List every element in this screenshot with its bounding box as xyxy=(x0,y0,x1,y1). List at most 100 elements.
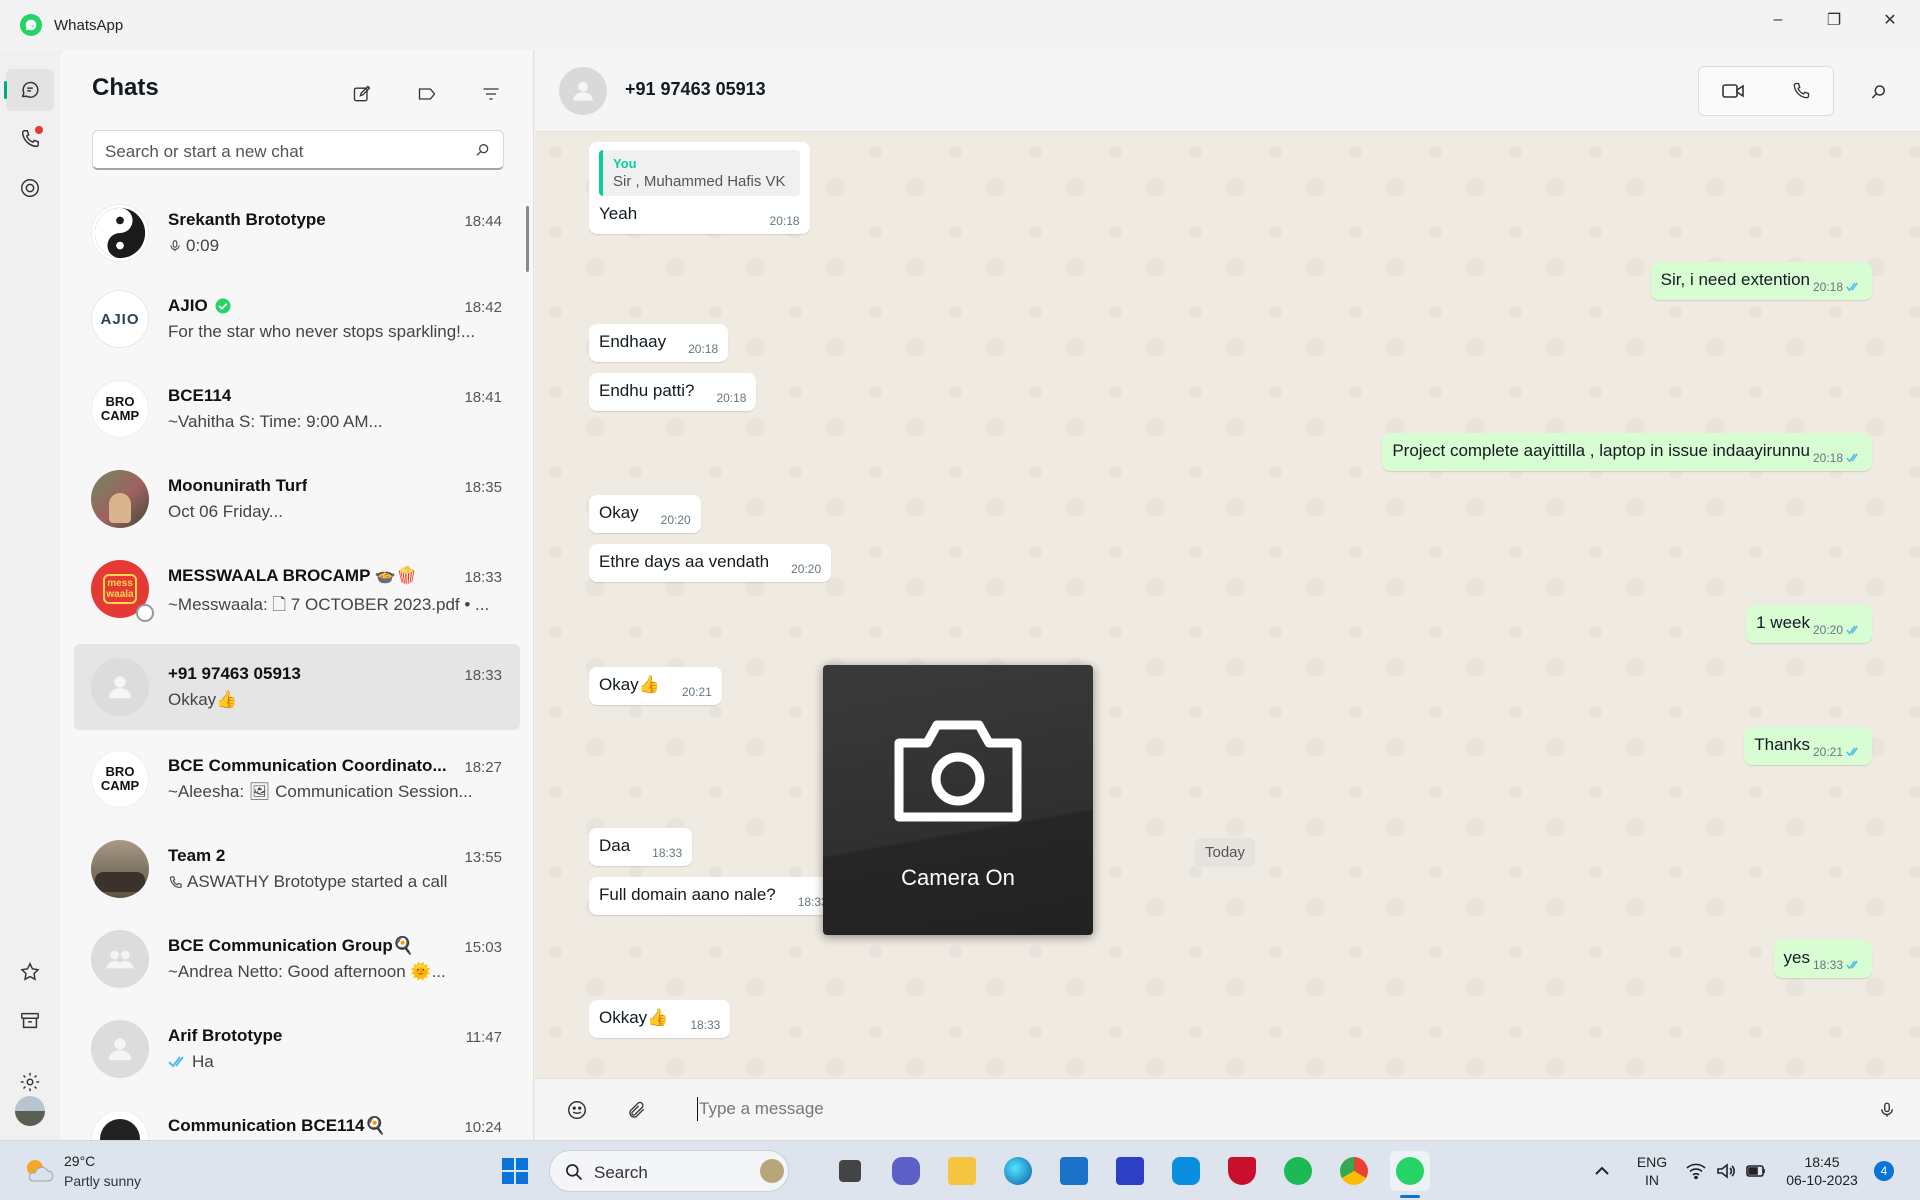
restore-button[interactable]: ❐ xyxy=(1806,0,1862,40)
conversation-search-button[interactable] xyxy=(1861,74,1897,110)
emoji-button[interactable] xyxy=(562,1095,592,1125)
chat-search-input[interactable]: Search or start a new chat xyxy=(92,130,504,170)
message-incoming[interactable]: Ethre days aa vendath 20:20 xyxy=(589,544,832,582)
chat-row-ajio[interactable]: AJIO AJIO 18:42 For the star who never s… xyxy=(74,276,520,362)
message-incoming[interactable]: You Sir , Muhammed Hafis VK Yeah 20:18 xyxy=(589,142,810,234)
chat-row-moonunirath[interactable]: Moonunirath Turf 18:35 Oct 06 Friday... xyxy=(74,456,520,542)
verified-badge-icon xyxy=(215,298,231,314)
app-button-blue[interactable] xyxy=(1110,1151,1150,1191)
minimize-button[interactable]: – xyxy=(1750,0,1806,40)
message-incoming[interactable]: Endhu patti? 20:18 xyxy=(589,373,757,411)
message-incoming[interactable]: Okay👍 20:21 xyxy=(589,667,722,705)
start-button[interactable] xyxy=(495,1151,535,1191)
message-incoming[interactable]: Daa 18:33 xyxy=(589,828,693,866)
chat-preview-text: ~Aleesha: 🖼 Communication Session... xyxy=(168,782,473,801)
file-explorer-button[interactable] xyxy=(942,1151,982,1191)
windows-taskbar: 29°C Partly sunny Search ENG IN 18:45 06… xyxy=(0,1140,1920,1200)
task-view-button[interactable] xyxy=(830,1151,870,1191)
calls-nav-button[interactable] xyxy=(6,118,54,160)
chat-row-srekanth[interactable]: Srekanth Brototype 18:44 0:09 xyxy=(74,190,520,276)
app-button-cyan[interactable] xyxy=(1166,1151,1206,1191)
message-outgoing[interactable]: yes 18:33 xyxy=(1773,940,1872,978)
chat-preview: ~Messwaala: 🗋 7 OCTOBER 2023.pdf • ... xyxy=(168,592,489,621)
chat-name: AJIO xyxy=(168,296,232,316)
avatar: AJIO xyxy=(91,290,149,348)
language-code: ENG xyxy=(1636,1154,1668,1170)
taskbar-search[interactable]: Search xyxy=(549,1150,789,1192)
message-incoming[interactable]: Okay 20:20 xyxy=(589,495,701,533)
whatsapp-taskbar-button[interactable] xyxy=(1390,1151,1430,1191)
chat-time: 15:03 xyxy=(464,939,502,956)
message-time: 20:20 xyxy=(661,513,691,527)
attach-button[interactable] xyxy=(622,1095,652,1125)
video-call-button[interactable] xyxy=(1699,67,1767,115)
message-outgoing[interactable]: Thanks 20:21 xyxy=(1744,727,1872,765)
status-ring-icon xyxy=(21,179,39,197)
message-input[interactable]: Type a message xyxy=(685,1087,1835,1133)
message-outgoing[interactable]: Sir, i need extention 20:18 xyxy=(1650,262,1872,300)
chat-row-bce-coordinator[interactable]: BRO CAMP BCE Communication Coordinato...… xyxy=(74,736,520,822)
volume-icon xyxy=(1717,1163,1735,1179)
filter-button[interactable] xyxy=(475,78,507,110)
message-incoming[interactable]: Full domain aano nale? 18:33 xyxy=(589,877,838,915)
message-time: 20:18 xyxy=(716,391,746,405)
chat-time: 18:35 xyxy=(464,479,502,496)
message-time: 20:18 xyxy=(1813,280,1862,294)
profile-nav-button[interactable] xyxy=(6,1090,54,1132)
message-text: Endhaay xyxy=(599,332,667,351)
message-time: 20:18 xyxy=(688,342,718,356)
chat-time: 18:33 xyxy=(464,569,502,586)
partly-sunny-icon xyxy=(27,1160,54,1182)
quick-settings[interactable] xyxy=(1686,1157,1768,1185)
labels-button[interactable] xyxy=(411,78,443,110)
message-placeholder: Type a message xyxy=(699,1099,824,1118)
language-indicator[interactable]: ENG IN xyxy=(1633,1153,1671,1189)
close-button[interactable]: ✕ xyxy=(1862,0,1918,40)
voice-call-button[interactable] xyxy=(1767,67,1835,115)
voice-message-button[interactable] xyxy=(1872,1095,1902,1125)
message-time-text: 18:33 xyxy=(1812,958,1843,972)
chat-row-arif[interactable]: Arif Brototype 11:47 Ha xyxy=(74,1006,520,1092)
chat-row-team2[interactable]: Team 2 13:55 ASWATHY Brototype started a… xyxy=(74,826,520,912)
double-check-icon xyxy=(1846,625,1858,635)
search-placeholder: Search or start a new chat xyxy=(105,142,304,161)
quoted-message[interactable]: You Sir , Muhammed Hafis VK xyxy=(599,150,800,196)
chat-time: 18:27 xyxy=(464,759,502,776)
starred-nav-button[interactable] xyxy=(6,951,54,993)
message-area[interactable]: You Sir , Muhammed Hafis VK Yeah 20:18 S… xyxy=(535,132,1920,1078)
notification-badge[interactable]: 4 xyxy=(1874,1161,1894,1181)
chat-row-messwaala[interactable]: mess waala MESSWAALA BROCAMP 🍲🍿 18:33 ~M… xyxy=(74,546,520,632)
contact-avatar[interactable] xyxy=(559,67,607,115)
chat-row-bce114[interactable]: BRO CAMP BCE114 18:41 ~Vahitha S: Time: … xyxy=(74,366,520,452)
message-incoming[interactable]: Endhaay 20:18 xyxy=(589,324,729,362)
chat-row-bce-group[interactable]: BCE Communication Group🍳 15:03 ~Andrea N… xyxy=(74,916,520,1002)
status-nav-button[interactable] xyxy=(6,167,54,209)
show-hidden-icons-button[interactable] xyxy=(1582,1151,1622,1191)
chrome-button[interactable] xyxy=(1334,1151,1374,1191)
default-person-icon xyxy=(573,81,593,101)
clock[interactable]: 18:45 06-10-2023 xyxy=(1782,1153,1862,1189)
message-time-text: 18:33 xyxy=(690,1018,721,1032)
whatsapp-logo-icon xyxy=(20,14,42,36)
archived-nav-button[interactable] xyxy=(6,1000,54,1042)
edge-button[interactable] xyxy=(998,1151,1038,1191)
message-outgoing[interactable]: Project complete aayittilla , laptop in … xyxy=(1382,433,1872,471)
chat-list-scrollbar[interactable] xyxy=(526,206,529,272)
chat-time: 18:33 xyxy=(464,667,502,684)
chats-nav-button[interactable] xyxy=(4,69,54,111)
spotify-button[interactable] xyxy=(1278,1151,1318,1191)
windows-logo-icon xyxy=(502,1158,528,1184)
chats-heading: Chats xyxy=(92,74,159,101)
chat-preview: 0:09 xyxy=(168,236,219,256)
weather-widget[interactable]: 29°C Partly sunny xyxy=(20,1151,160,1193)
store-button[interactable] xyxy=(1054,1151,1094,1191)
chat-row-selected-contact[interactable]: +91 97463 05913 18:33 Okkay👍 xyxy=(74,644,520,730)
mcafee-button[interactable] xyxy=(1222,1151,1262,1191)
message-outgoing[interactable]: 1 week 20:20 xyxy=(1746,605,1872,643)
teams-chat-button[interactable] xyxy=(886,1151,926,1191)
contact-name[interactable]: +91 97463 05913 xyxy=(625,79,766,100)
message-time: 20:20 xyxy=(1813,623,1862,637)
chat-row-communication-bce114[interactable]: Communication BCE114🍳 10:24 xyxy=(74,1096,520,1140)
new-chat-button[interactable] xyxy=(346,78,378,110)
message-incoming[interactable]: Okkay👍 18:33 xyxy=(589,1000,731,1038)
